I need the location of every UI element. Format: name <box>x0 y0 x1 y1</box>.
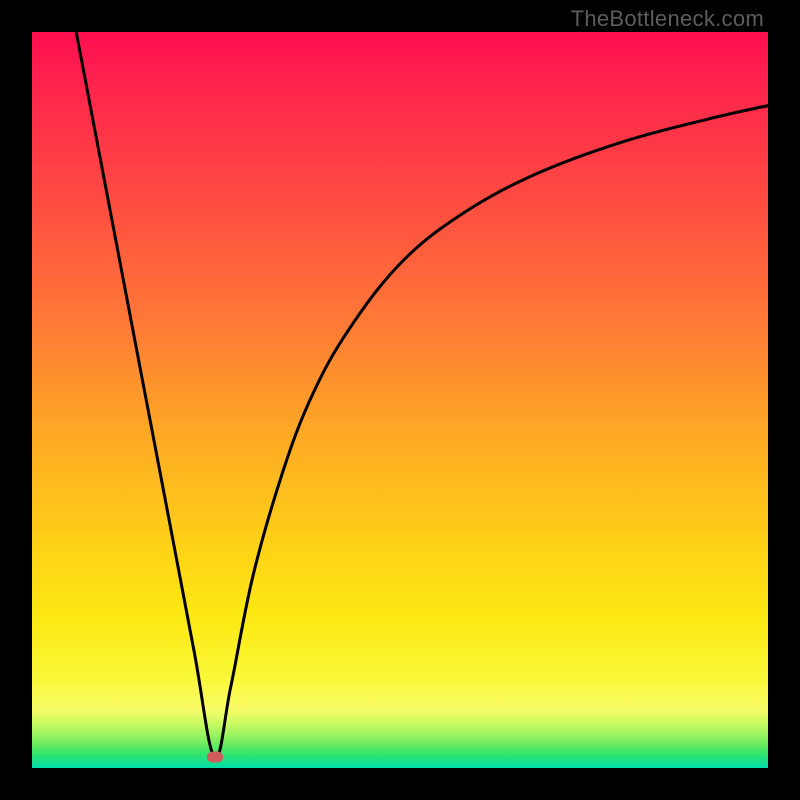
plot-area <box>32 32 768 768</box>
watermark-text: TheBottleneck.com <box>571 6 764 32</box>
bottleneck-curve <box>32 32 768 768</box>
frame: TheBottleneck.com <box>0 0 800 800</box>
minimum-marker <box>207 751 223 762</box>
